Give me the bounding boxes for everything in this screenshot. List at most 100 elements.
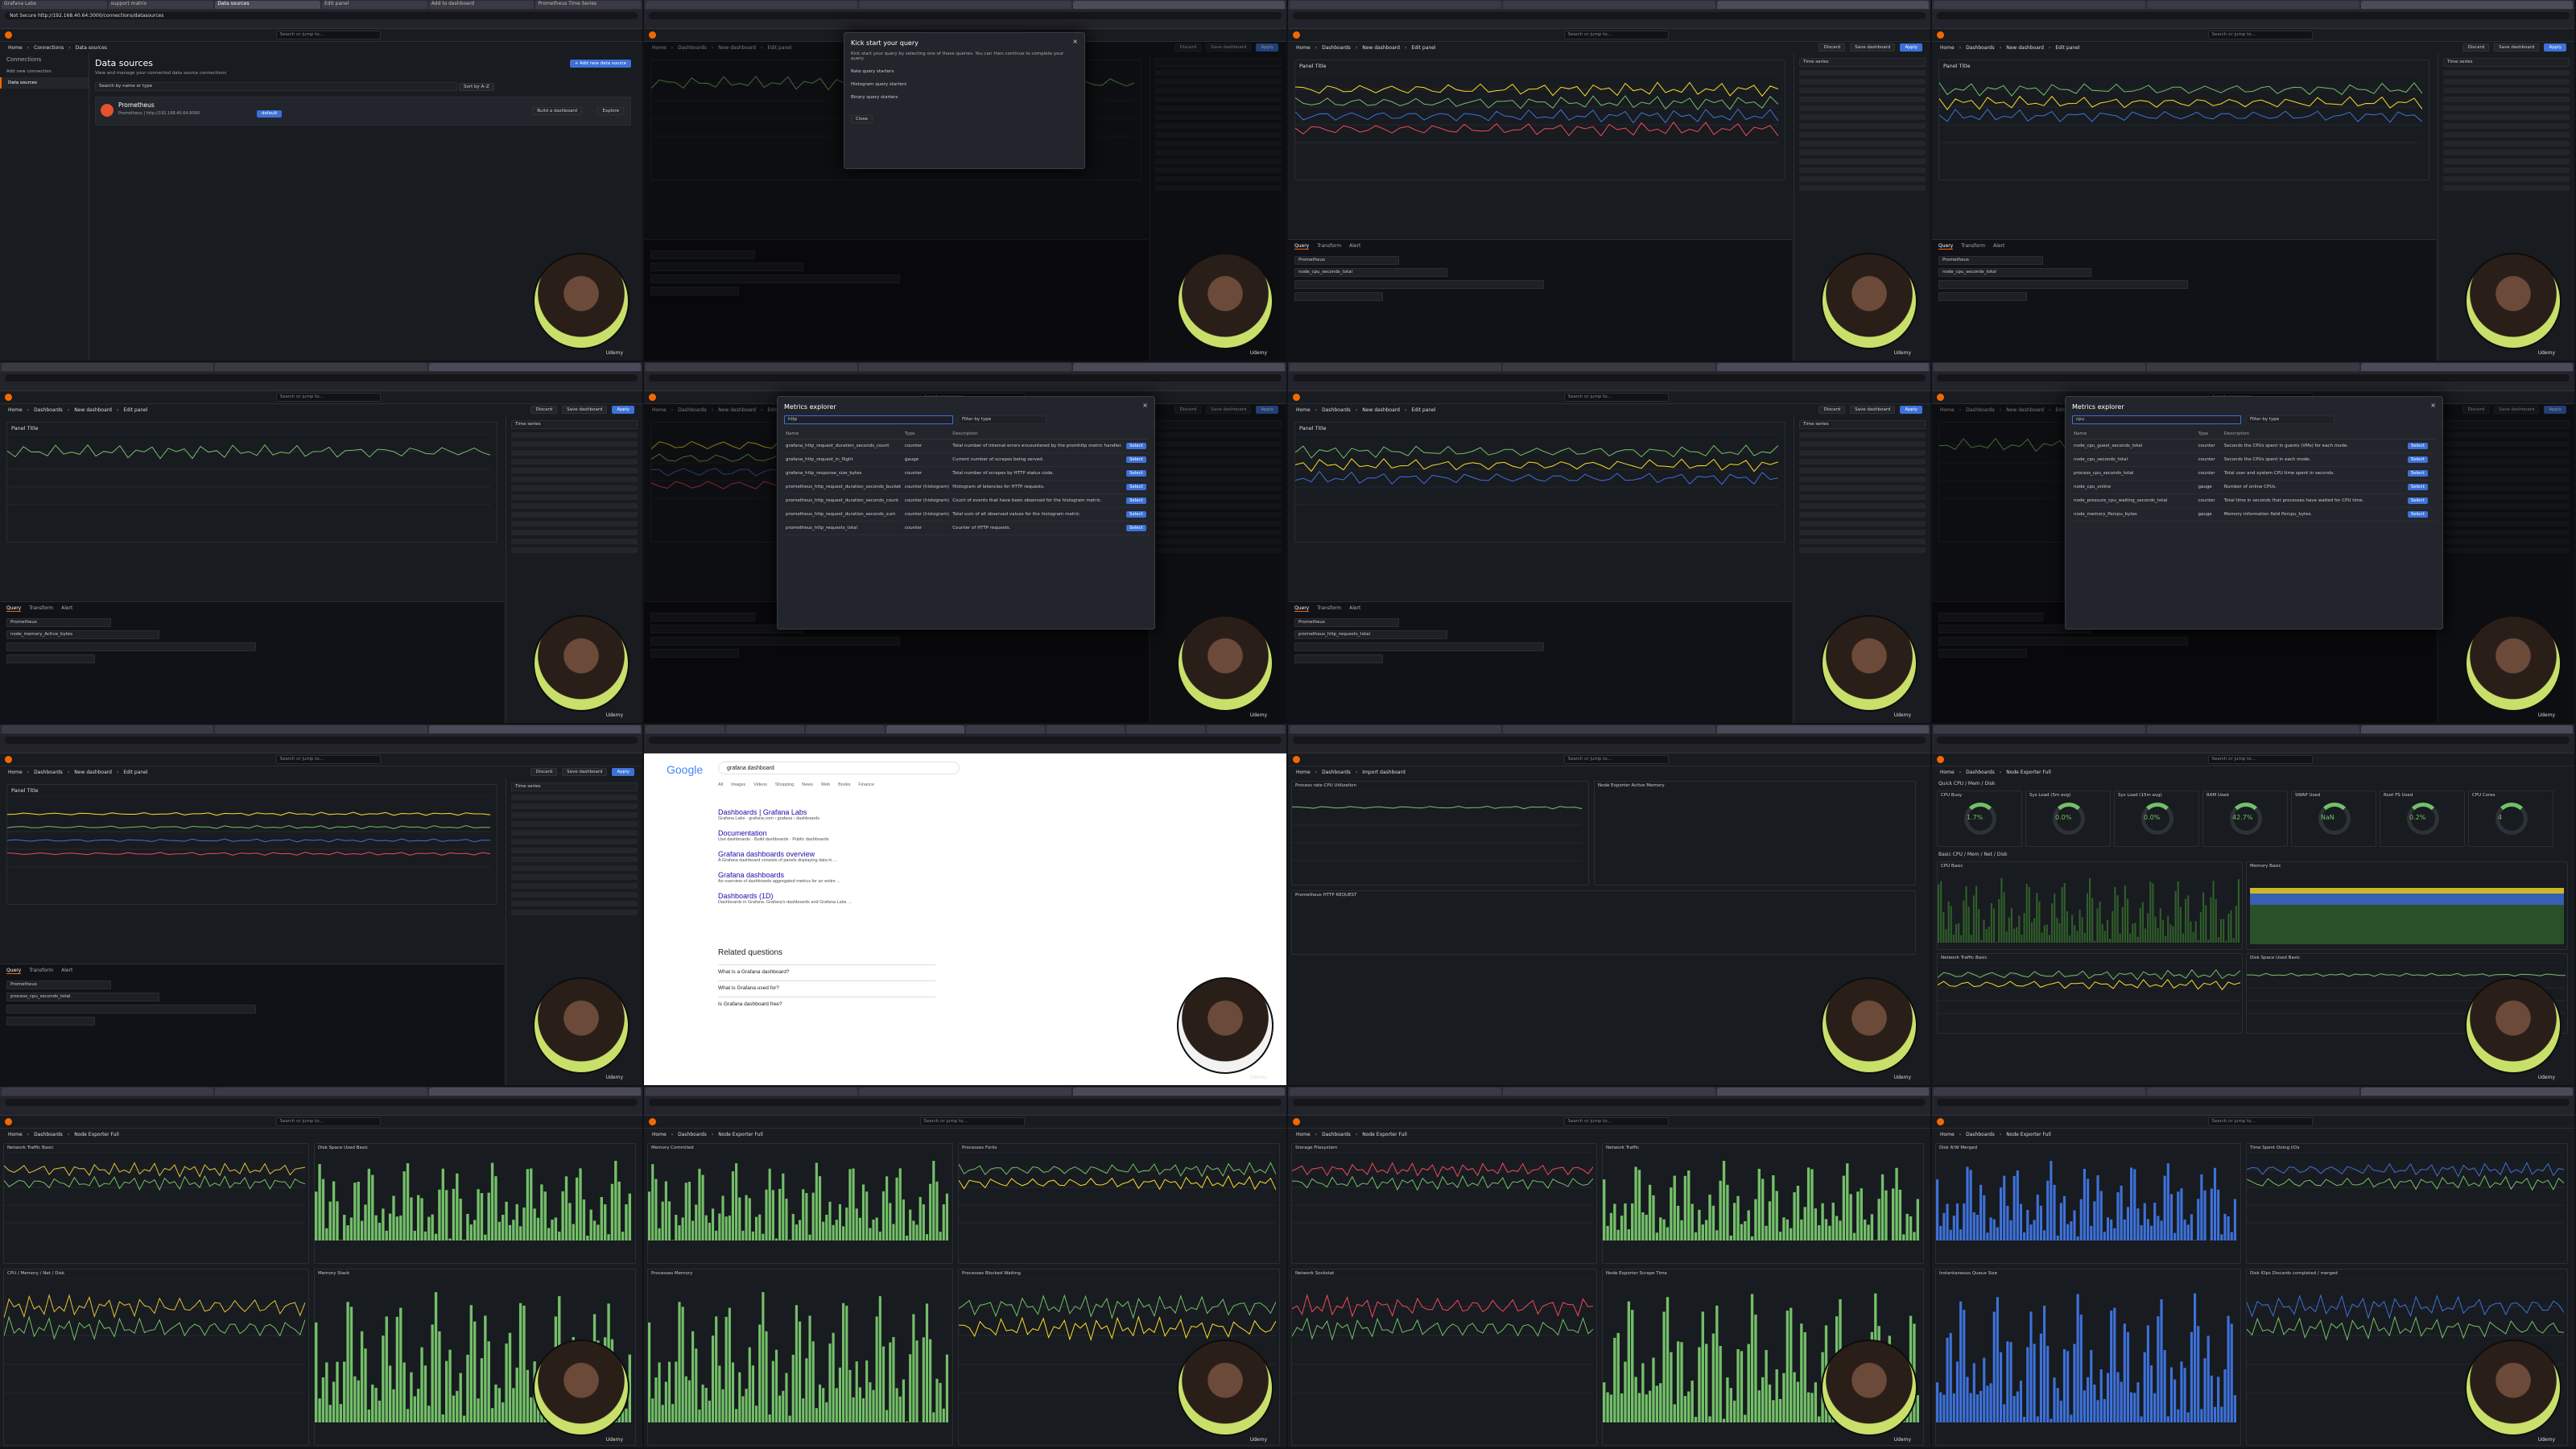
operations-button[interactable]	[1938, 292, 2027, 301]
breadcrumb-item[interactable]: Dashboards	[1966, 45, 1995, 51]
browser-tab[interactable]	[2147, 363, 2359, 371]
result-title[interactable]: Dashboards | Grafana Labs	[718, 808, 819, 816]
breadcrumb-item[interactable]: Dashboards	[1966, 770, 1995, 775]
option-field[interactable]	[2443, 150, 2570, 155]
datasource-row[interactable]: Prometheus Prometheus | http://192.168.40…	[95, 97, 631, 126]
browser-tab[interactable]	[1716, 363, 1929, 371]
browser-tab[interactable]: Add to dashboard	[428, 1, 535, 9]
panel-title[interactable]: Panel Title	[1295, 423, 1785, 434]
query-tab[interactable]: Transform	[29, 605, 53, 612]
table-row[interactable]: node_pressure_cpu_waiting_seconds_total c…	[2072, 493, 2436, 508]
dashboard-panel[interactable]: Storage Filesystem	[1291, 1143, 1597, 1264]
dashboard-panel[interactable]: Network Traffic	[1602, 1143, 1924, 1264]
google-logo[interactable]: Google	[667, 763, 703, 776]
grafana-logo-icon[interactable]	[5, 756, 12, 763]
query-tab[interactable]: Alert	[1349, 243, 1360, 250]
label-filters[interactable]	[6, 1005, 256, 1013]
breadcrumb-item[interactable]: Dashboards	[1322, 1132, 1351, 1137]
search-result[interactable]: Grafana dashboards overview A Grafana das…	[718, 850, 837, 863]
dashboard-panel[interactable]: Processes Forks	[958, 1143, 1280, 1264]
select-metric-button[interactable]: Select	[2407, 497, 2428, 504]
dashboard-panel[interactable]: Disk Space Used Basic	[314, 1143, 636, 1264]
option-field[interactable]	[511, 494, 638, 500]
option-field[interactable]	[1799, 105, 1926, 111]
option-field[interactable]	[1799, 477, 1926, 482]
result-title[interactable]: Dashboards (1D)	[718, 892, 852, 900]
browser-tab[interactable]	[2, 1088, 214, 1096]
google-nav-item[interactable]: All	[718, 782, 723, 787]
stat-panel[interactable]: RAM Used 42.7%	[2202, 791, 2288, 847]
url-field[interactable]	[1937, 11, 2570, 19]
option-field[interactable]	[511, 865, 638, 871]
apply-button[interactable]: Apply	[612, 406, 634, 414]
search-result[interactable]: Dashboards (1D) Dashboards in Grafana. Gr…	[718, 892, 852, 905]
metric-select[interactable]: node_cpu_seconds_total	[1938, 268, 2091, 277]
breadcrumb-item[interactable]: New dashboard	[1362, 45, 1400, 51]
query-starter-option[interactable]: Rate query starters	[851, 69, 1078, 74]
select-metric-button[interactable]: Select	[1125, 443, 1146, 449]
option-field[interactable]	[511, 530, 638, 535]
option-field[interactable]	[1799, 141, 1926, 147]
close-icon[interactable]: ×	[2430, 402, 2436, 409]
query-tab[interactable]: Query	[1294, 605, 1310, 612]
url-field[interactable]	[1937, 736, 2570, 744]
option-field[interactable]	[511, 839, 638, 844]
breadcrumb-item[interactable]: Home	[8, 407, 23, 413]
visualization-picker[interactable]: Time series	[511, 420, 638, 429]
save-button[interactable]: Save dashboard	[2494, 43, 2540, 52]
visualization-picker[interactable]: Time series	[511, 782, 638, 791]
global-search-input[interactable]: Search or jump to...	[275, 1117, 381, 1126]
dashboard-panel[interactable]: Instantaneous Queue Size	[1935, 1269, 2241, 1446]
browser-tab[interactable]: Prometheus Time Series	[535, 1, 642, 9]
global-search-input[interactable]: Search or jump to...	[275, 31, 381, 39]
option-field[interactable]	[1799, 88, 1926, 93]
visualization-picker[interactable]: Time series	[1799, 58, 1926, 67]
dashboard-panel[interactable]: Processes Memory	[647, 1269, 953, 1446]
browser-tab[interactable]	[859, 1088, 1071, 1096]
url-field[interactable]	[649, 1098, 1282, 1106]
browser-tab[interactable]	[2147, 1, 2359, 9]
grafana-logo-icon[interactable]	[1293, 756, 1300, 763]
dashboard-panel[interactable]: CPU Basic	[1937, 861, 2243, 950]
browser-tab[interactable]	[1934, 1, 2146, 9]
breadcrumb-item[interactable]: Dashboards	[34, 770, 63, 775]
apply-button[interactable]: Apply	[1900, 406, 1922, 414]
option-field[interactable]	[1799, 97, 1926, 102]
google-nav-item[interactable]: Videos	[753, 782, 767, 787]
browser-tab[interactable]	[1290, 1, 1502, 9]
operations-button[interactable]	[1294, 292, 1383, 301]
browser-tab[interactable]	[1716, 1088, 1929, 1096]
visualization-picker[interactable]: Time series	[1799, 420, 1926, 429]
option-field[interactable]	[511, 503, 638, 509]
url-field[interactable]	[5, 736, 638, 744]
option-field[interactable]	[1799, 114, 1926, 120]
breadcrumb-item[interactable]: Edit panel	[123, 407, 147, 413]
breadcrumb-item[interactable]: New dashboard	[74, 407, 112, 413]
filter-type-select[interactable]: Filter by type	[2246, 415, 2334, 424]
browser-tab[interactable]	[1503, 363, 1715, 371]
filter-type-select[interactable]: Filter by type	[958, 415, 1046, 424]
row-header[interactable]: Quick CPU / Mem / Disk	[1938, 781, 1995, 786]
browser-tab[interactable]	[966, 725, 1045, 733]
option-field[interactable]	[1799, 450, 1926, 456]
save-button[interactable]: Save dashboard	[1850, 406, 1896, 414]
build-dashboard-button[interactable]: Build a dashboard	[532, 107, 582, 115]
browser-tab[interactable]	[2360, 1088, 2573, 1096]
result-title[interactable]: Grafana dashboards overview	[718, 850, 837, 858]
option-field[interactable]	[511, 821, 638, 827]
stat-panel[interactable]: Sys Load (15m avg) 0.0%	[2114, 791, 2199, 847]
global-search-input[interactable]: Search or jump to...	[1563, 393, 1669, 402]
query-tab[interactable]: Alert	[61, 968, 72, 974]
save-button[interactable]: Save dashboard	[562, 768, 608, 776]
dashboard-panel[interactable]: Network Traffic Basic	[3, 1143, 309, 1264]
global-search-input[interactable]: Search or jump to...	[275, 755, 381, 764]
related-question[interactable]: Is Grafana dashboard free?	[718, 997, 935, 1007]
search-result[interactable]: Grafana dashboards An overview of dashboa…	[718, 871, 840, 884]
url-field[interactable]	[5, 1098, 638, 1106]
datasource-picker[interactable]: Prometheus	[1294, 618, 1399, 627]
sidebar-item[interactable]: Add new connection	[0, 66, 89, 77]
browser-tab[interactable]	[725, 725, 804, 733]
breadcrumb-item[interactable]: Dashboards	[1322, 45, 1351, 51]
query-tab[interactable]: Alert	[1993, 243, 2004, 250]
grafana-logo-icon[interactable]	[5, 394, 12, 401]
